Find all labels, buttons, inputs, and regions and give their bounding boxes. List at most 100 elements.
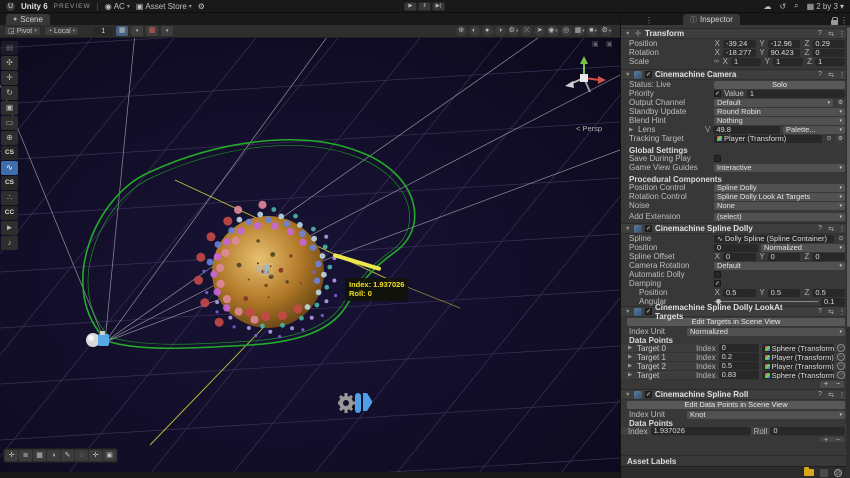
dock-menu-icon[interactable]: ⋮ (643, 16, 655, 25)
lookat-index-field[interactable]: 0 (718, 344, 759, 352)
tool-overlay-handle[interactable]: ▤ (1, 41, 18, 55)
kebab-icon[interactable]: ⋮ (838, 71, 846, 79)
overlay-move-icon[interactable]: ✛ (5, 450, 18, 461)
overlay-search-icon[interactable]: ◌ (75, 450, 88, 461)
effects-dropdown[interactable]: ⚙ ▾ (507, 26, 520, 36)
fov-axis-toggle[interactable]: V (705, 125, 710, 134)
object-picker-icon[interactable]: ⊙ (837, 234, 845, 243)
cloud-icon[interactable]: ☁ (763, 2, 771, 11)
cinemachine-camera-header[interactable]: ▼ ✓ Cinemachine Camera ? ⇆ ⋮ (621, 69, 850, 80)
grid-snap-toggle[interactable]: ▦ (116, 26, 129, 36)
help-icon[interactable]: ? (816, 71, 824, 78)
grid-snap-caret[interactable]: ▾ (131, 26, 144, 36)
dolly-position-field[interactable]: 0 (714, 243, 758, 252)
move-tool[interactable]: ✛ (1, 71, 18, 85)
offset-y-field[interactable]: 0 (767, 252, 801, 261)
remove-icon[interactable]: − (837, 344, 845, 352)
camera-tool[interactable]: ► (1, 221, 18, 235)
handle-rotation-dropdown[interactable]: ◔ Local ▾ (43, 26, 80, 36)
grid-size-field[interactable]: 1 (93, 26, 114, 36)
step-button[interactable]: ▶| (432, 2, 445, 11)
rotation-z-field[interactable]: 0 (812, 48, 846, 57)
lookat-target-field[interactable]: Sphere (Transform) (761, 371, 834, 379)
spline-field[interactable]: ∿ Dolly Spline (Spline Container) (714, 234, 834, 243)
lookat-target-field[interactable]: Player (Transform) (761, 353, 834, 361)
viewport-lock-icon[interactable]: ▣ (592, 40, 599, 48)
overlay-layers-icon[interactable]: ▣ (103, 450, 116, 461)
pause-button[interactable]: ‖ (418, 2, 431, 11)
output-channel-dropdown[interactable]: Default ▾ (714, 98, 833, 107)
position-y-field[interactable]: -12.96 (767, 39, 801, 48)
account-menu[interactable]: ◉ AC ▾ (105, 2, 130, 11)
roll-index-field[interactable]: 1.937026 (650, 427, 751, 435)
bundle-variant-icon[interactable] (820, 468, 828, 477)
tracking-target-field[interactable]: Player (Transform) (714, 134, 822, 143)
remove-icon[interactable]: − (837, 371, 845, 379)
edit-data-points-button[interactable]: Edit Data Points in Scene View (627, 401, 845, 409)
virtual-camera-gizmo[interactable] (84, 330, 114, 352)
object-picker-icon[interactable]: ⊙ (825, 134, 833, 143)
transform-header[interactable]: ▼ ✛ Transform ? ⇆ ⋮ (621, 28, 850, 39)
standby-update-dropdown[interactable]: Round Robin ▾ (714, 107, 845, 116)
remove-roll-point-button[interactable]: − (832, 437, 844, 442)
gizmos-dropdown[interactable]: ⚙ ▾ (600, 26, 612, 36)
pivot-dropdown[interactable]: ◲ Pivot ▾ (4, 26, 41, 36)
lens-fov-field[interactable]: 49.8 (713, 125, 780, 134)
inspector-scrollbar[interactable] (846, 25, 850, 478)
lookat-targets-header[interactable]: ▼ ✓ Cinemachine Spline Dolly LookAt Targ… (621, 303, 850, 321)
asset-bundle-icon[interactable] (804, 467, 814, 476)
enabled-checkbox[interactable]: ✓ (645, 308, 652, 315)
rotation-y-field[interactable]: 90.423 (767, 48, 801, 57)
transform-tool[interactable]: ⊕ (1, 131, 18, 145)
preset-icon[interactable]: ⇆ (827, 71, 835, 79)
foldout-icon[interactable]: ▶ (629, 127, 635, 133)
foldout-icon[interactable]: ▼ (625, 392, 631, 398)
cinemachine-camera-icon[interactable] (337, 390, 372, 418)
lighting-icon[interactable]: ● (481, 26, 493, 36)
position-units-dropdown[interactable]: Normalized ▾ (761, 243, 845, 252)
search-icon[interactable]: ⌕ (794, 1, 798, 11)
kebab-icon[interactable]: ⋮ (838, 308, 846, 316)
view-tool[interactable]: ✣ (1, 56, 18, 70)
scale-y-field[interactable]: 1 (773, 57, 803, 66)
lens-preset-dropdown[interactable]: Palette... ▾ (783, 125, 845, 134)
overlay-dropdown[interactable]: ■ ▾ (587, 26, 599, 36)
damping-y-field[interactable]: 0.5 (767, 288, 801, 297)
lookat-target-field[interactable]: Player (Transform) (761, 362, 834, 370)
cinemachine-cc-tool[interactable]: CC (1, 206, 18, 220)
enabled-checkbox[interactable]: ✓ (645, 391, 652, 398)
roll-data-point-row[interactable]: Index 1.937026 Roll 0 (621, 427, 850, 436)
add-roll-point-button[interactable]: + (820, 437, 832, 442)
priority-checkbox[interactable]: ✓ (714, 90, 721, 97)
lookat-index-field[interactable]: 0.5 (718, 362, 759, 370)
help-icon[interactable]: ? (816, 225, 824, 232)
rotation-x-field[interactable]: -18.277 (723, 48, 756, 57)
kebab-icon[interactable]: ⋮ (838, 225, 846, 233)
snap-increment-toggle[interactable]: ▦ (146, 26, 159, 36)
data-points-tool[interactable]: ∴ (1, 191, 18, 205)
rotation-control-dropdown[interactable]: Spline Dolly Look At Targets ▾ (714, 192, 845, 201)
lookat-row-3[interactable]: ▶ Target Index 0.83 Sphere (Transform) − (621, 371, 850, 380)
scrollbar-thumb[interactable] (846, 27, 850, 327)
cinemachine-cs-tool-2[interactable]: CS (1, 176, 18, 190)
remove-icon[interactable]: − (837, 353, 845, 361)
inspector-menu-icon[interactable]: ⋮ (838, 16, 850, 25)
rect-tool[interactable]: ▭ (1, 116, 18, 130)
blend-hint-dropdown[interactable]: Nothing ▾ (714, 116, 845, 125)
offset-x-field[interactable]: 0 (723, 252, 756, 261)
lookat-target-field[interactable]: Sphere (Transform) (761, 344, 834, 352)
scale-x-field[interactable]: 1 (731, 57, 761, 66)
automatic-dolly-checkbox[interactable] (714, 271, 721, 278)
help-icon[interactable]: ? (816, 30, 824, 37)
grid-visibility-dropdown[interactable]: ▦ ▾ (573, 26, 586, 36)
asset-labels-bar[interactable]: Asset Labels (621, 455, 850, 466)
scene-camera-dropdown[interactable]: ◉ ▾ (547, 26, 559, 36)
camera-rotation-dropdown[interactable]: Default ▾ (714, 261, 845, 270)
preset-icon[interactable]: ⇆ (827, 308, 835, 316)
lookat-index-field[interactable]: 0.2 (718, 353, 759, 361)
solo-button[interactable]: Solo (714, 80, 845, 89)
scale-z-field[interactable]: 1 (815, 57, 845, 66)
remove-icon[interactable]: − (837, 362, 845, 370)
kebab-icon[interactable]: ⋮ (838, 30, 846, 38)
damping-x-field[interactable]: 0.5 (723, 288, 756, 297)
